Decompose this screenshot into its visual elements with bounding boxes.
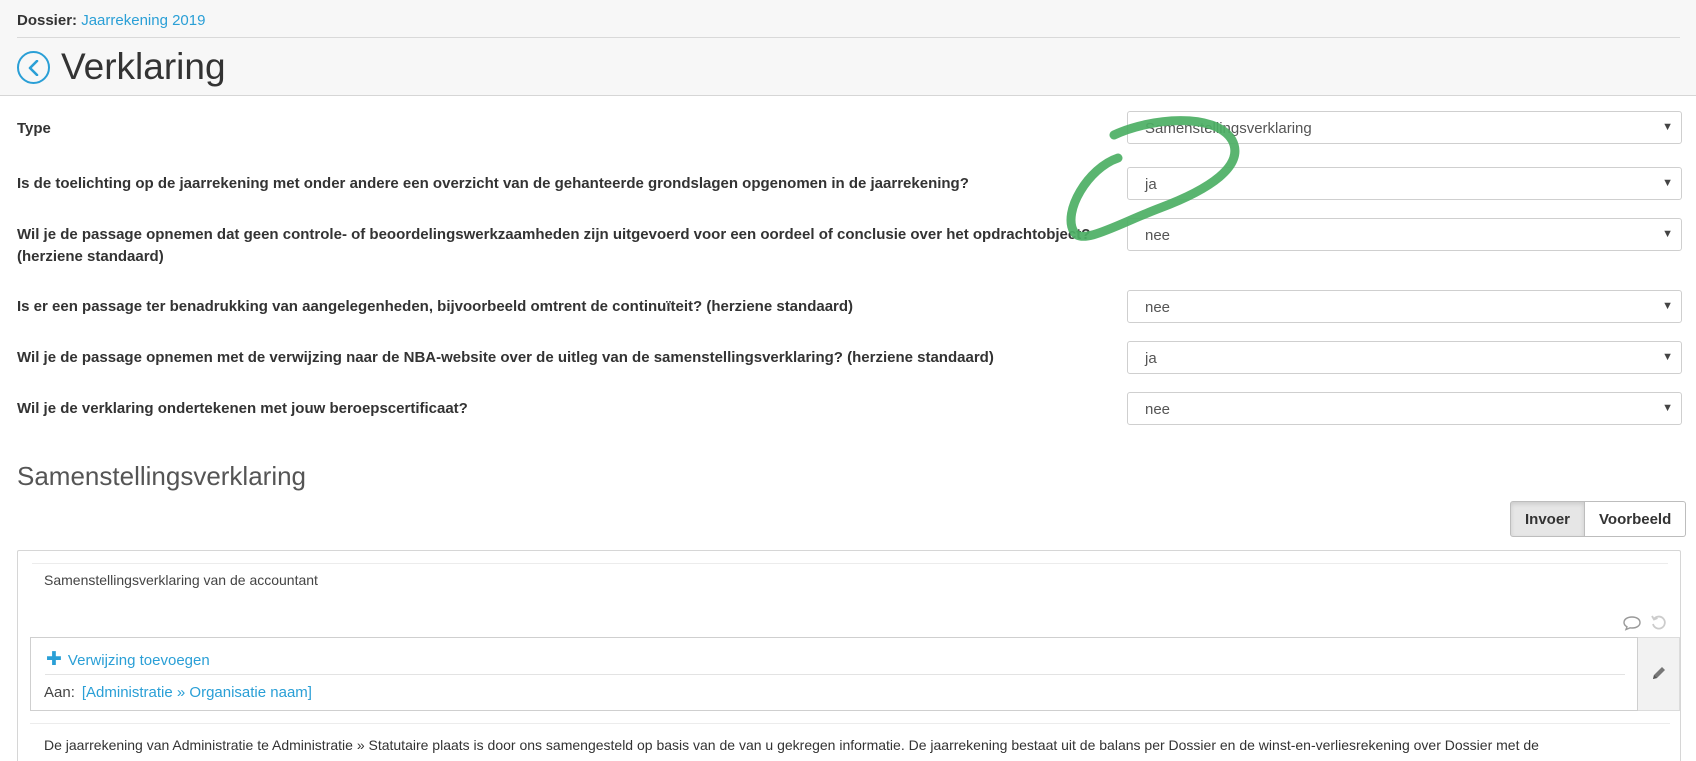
type-label: Type <box>17 120 51 137</box>
select-value: ja <box>1145 176 1157 193</box>
panel-heading: Samenstellingsverklaring van de accounta… <box>44 572 318 588</box>
paragraph-divider <box>30 723 1670 724</box>
dossier-breadcrumb: Dossier: Jaarrekening 2019 <box>17 12 205 29</box>
page-header: Dossier: Jaarrekening 2019 Verklaring <box>0 0 1696 96</box>
chevron-down-icon: ▼ <box>1662 177 1673 189</box>
panel-divider <box>32 563 1668 564</box>
question-benadrukking-select[interactable]: nee ▼ <box>1127 290 1682 323</box>
comment-icon[interactable] <box>1622 615 1642 631</box>
dossier-link[interactable]: Jaarrekening 2019 <box>81 12 205 29</box>
question-grondslagen-label: Is de toelichting op de jaarrekening met… <box>17 175 969 192</box>
chevron-down-icon: ▼ <box>1662 351 1673 363</box>
question-nba-website-select[interactable]: ja ▼ <box>1127 341 1682 374</box>
question-beroepscertificaat-label: Wil je de verklaring ondertekenen met jo… <box>17 400 468 417</box>
addressee-row: Aan: [Administratie » Organisatie naam] <box>44 684 312 701</box>
reference-divider <box>45 674 1625 675</box>
addressee-label: Aan: <box>44 684 75 701</box>
reference-box: ✚ Verwijzing toevoegen Aan: [Administratie… <box>30 637 1638 711</box>
header-divider <box>17 37 1680 38</box>
pencil-icon <box>1653 667 1665 679</box>
section-title: Samenstellingsverklaring <box>17 461 307 491</box>
type-select-value: Samenstellingsverklaring <box>1145 120 1312 137</box>
question-beroepscertificaat-select[interactable]: nee ▼ <box>1127 392 1682 425</box>
chevron-left-icon <box>28 60 39 76</box>
question-geen-controle-select[interactable]: nee ▼ <box>1127 218 1682 251</box>
select-value: nee <box>1145 401 1171 418</box>
add-reference-label: Verwijzing toevoegen <box>67 652 210 669</box>
dossier-label: Dossier: <box>17 12 78 29</box>
select-value: nee <box>1145 227 1171 244</box>
chevron-down-icon: ▼ <box>1662 228 1673 240</box>
select-value: ja <box>1145 350 1157 367</box>
add-reference-link[interactable]: ✚ Verwijzing toevoegen <box>46 648 210 671</box>
plus-icon: ✚ <box>46 649 62 670</box>
back-button[interactable] <box>17 51 50 84</box>
question-geen-controle-label: Wil je de passage opnemen dat geen contr… <box>17 226 1091 265</box>
statement-paragraph: De jaarrekening van Administratie te Adm… <box>44 737 1539 753</box>
view-toggle: Invoer Voorbeeld <box>1510 501 1687 537</box>
invoer-button[interactable]: Invoer <box>1510 501 1586 537</box>
undo-icon[interactable] <box>1650 614 1668 632</box>
chevron-down-icon: ▼ <box>1662 402 1673 414</box>
page-title: Verklaring <box>61 46 226 87</box>
voorbeeld-button[interactable]: Voorbeeld <box>1585 501 1687 537</box>
statement-panel: Samenstellingsverklaring van de accounta… <box>17 550 1681 761</box>
question-nba-website-label: Wil je de passage opnemen met de verwijz… <box>17 349 994 366</box>
select-value: nee <box>1145 299 1171 316</box>
addressee-link[interactable]: [Administratie » Organisatie naam] <box>82 684 312 701</box>
chevron-down-icon: ▼ <box>1662 121 1673 133</box>
chevron-down-icon: ▼ <box>1662 300 1673 312</box>
question-grondslagen-select[interactable]: ja ▼ <box>1127 167 1682 200</box>
edit-button[interactable] <box>1638 637 1680 711</box>
type-select[interactable]: Samenstellingsverklaring ▼ <box>1127 111 1682 144</box>
question-benadrukking-label: Is er een passage ter benadrukking van a… <box>17 298 854 315</box>
